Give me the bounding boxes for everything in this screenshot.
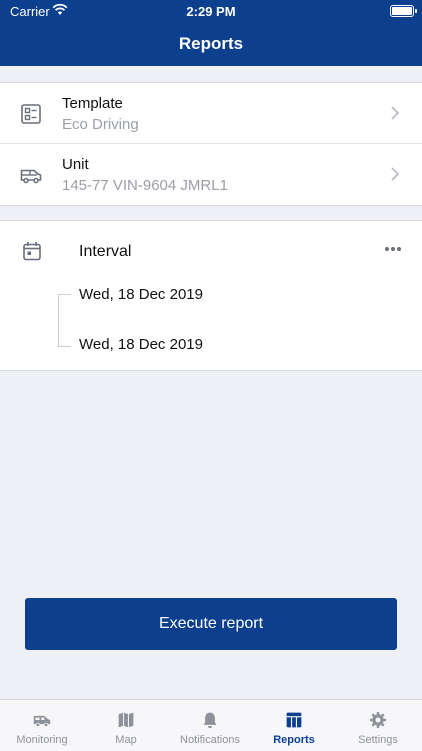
interval-date-to[interactable]: Wed, 18 Dec 2019 <box>79 336 203 353</box>
battery-icon <box>390 5 417 17</box>
interval-bracket <box>58 294 71 347</box>
app-header: Carrier 2:29 PM Reports <box>0 0 422 66</box>
template-icon <box>21 104 41 124</box>
unit-label: Unit <box>62 156 89 173</box>
chevron-right-icon <box>391 106 400 120</box>
tab-bar: Monitoring Map Notifications Reports Set… <box>0 699 422 751</box>
van-icon <box>33 715 51 728</box>
reports-icon <box>286 712 302 728</box>
interval-date-from[interactable]: Wed, 18 Dec 2019 <box>79 286 203 303</box>
template-row[interactable]: Template Eco Driving <box>0 83 422 143</box>
gear-icon <box>369 711 387 729</box>
chevron-right-icon <box>391 167 400 181</box>
interval-label: Interval <box>79 243 132 260</box>
map-icon <box>118 712 134 728</box>
status-bar: Carrier 2:29 PM <box>0 0 422 22</box>
unit-row[interactable]: Unit 145-77 VIN-9604 JMRL1 <box>0 144 422 204</box>
tab-reports[interactable]: Reports <box>252 700 336 751</box>
template-value: Eco Driving <box>62 116 139 133</box>
tab-notifications[interactable]: Notifications <box>168 700 252 751</box>
tab-monitoring[interactable]: Monitoring <box>0 700 84 751</box>
more-options-icon[interactable] <box>384 246 402 252</box>
unit-value: 145-77 VIN-9604 JMRL1 <box>62 177 228 194</box>
tab-label: Notifications <box>180 734 240 746</box>
tab-map[interactable]: Map <box>84 700 168 751</box>
execute-report-button[interactable]: Execute report <box>25 598 397 650</box>
page-title: Reports <box>178 34 244 53</box>
tab-settings[interactable]: Settings <box>336 700 420 751</box>
status-time: 2:29 PM <box>186 4 236 19</box>
interval-group: Interval Wed, 18 Dec 2019 Wed, 18 Dec 20… <box>0 220 422 371</box>
van-icon <box>20 169 42 184</box>
tab-label: Reports <box>273 734 315 746</box>
tab-label: Settings <box>358 734 398 746</box>
tab-label: Monitoring <box>16 734 68 746</box>
tab-label: Map <box>115 734 137 746</box>
report-settings-group: Template Eco Driving Unit 145-77 VIN-960… <box>0 82 422 206</box>
bell-icon <box>203 712 217 729</box>
template-label: Template <box>62 95 123 112</box>
calendar-icon <box>23 242 41 261</box>
